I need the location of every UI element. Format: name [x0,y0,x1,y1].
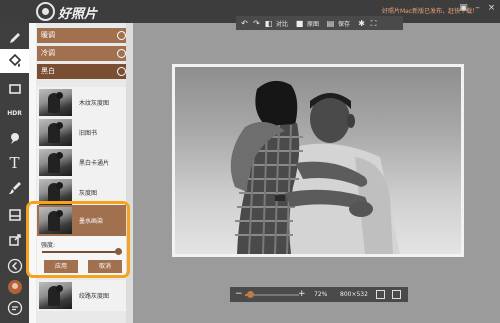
filter-label: 灰度图 [79,190,98,197]
redo-icon[interactable]: ↷ [252,19,261,28]
brush-tool-icon[interactable] [4,177,25,198]
category-label: 暖调 [41,31,55,39]
expand-icon [117,49,126,58]
filter-item[interactable]: 木纹灰度图 [37,87,131,118]
category-warm[interactable]: 暖调 [37,28,131,43]
undo-icon[interactable]: ↶ [240,19,249,28]
panel-scrollbar[interactable] [126,23,133,323]
collapse-icon [117,67,126,76]
back-icon[interactable] [4,255,25,276]
filter-item[interactable]: 旧图书 [37,117,131,148]
zoom-slider[interactable] [245,291,299,298]
filter-bucket-tool-icon[interactable] [0,49,29,73]
save-icon[interactable]: ▤ [326,19,335,28]
text-tool-icon[interactable]: T [4,152,25,173]
filter-thumbnail [39,89,72,116]
filter-label: 旧图书 [79,130,98,137]
frame-tool-icon[interactable] [4,204,25,225]
app-logo-icon [36,2,55,21]
zoom-level: 72% [314,291,328,298]
filter-thumbnail [39,282,72,309]
hdr-tool-icon[interactable]: HDR [4,103,25,124]
photo-canvas[interactable] [172,64,464,257]
zoom-in-icon[interactable]: + [298,289,306,299]
fit-window-icon[interactable] [376,290,385,299]
window-controls: ▣ – × [459,4,496,13]
edited-photo [175,67,461,254]
skin-icon[interactable]: ▣ [459,4,468,13]
export-tool-icon[interactable] [4,229,25,250]
left-toolbar: HDR T [0,23,29,323]
category-label: 黑白 [41,67,55,75]
settings-gear-icon[interactable]: ✱ [357,19,366,28]
app-logo-text: 好照片 [58,7,98,22]
panel-left-strip [29,23,36,323]
pen-tool-icon[interactable] [4,27,25,48]
category-label: 冷调 [41,49,55,57]
selection-highlight [26,201,130,278]
zoom-out-icon[interactable]: − [235,289,243,299]
filter-item[interactable]: 绞路灰度图 [37,280,131,311]
original-button[interactable]: 原图 [307,19,319,28]
filter-label: 木纹灰度图 [79,100,110,107]
image-size: 800×532 [340,291,368,298]
filter-panel: 暖调 冷调 黑白 木纹灰度图 旧图书 黑白卡通片 灰度图 墨水画染 强度: 应用… [29,23,133,323]
close-icon[interactable]: × [487,4,496,13]
fullscreen-icon[interactable]: ⛶ [369,19,378,28]
expand-icon [117,31,126,40]
feedback-icon[interactable] [4,297,25,318]
user-avatar-icon[interactable] [4,276,25,297]
zoom-slider-handle[interactable] [247,291,255,298]
filter-thumbnail [39,119,72,146]
crop-tool-icon[interactable] [4,78,25,99]
photo-editor-window: 好照片 好照片Mac新版已发布，赶快下载！ ▣ – × HDR T 暖调 冷调 … [0,0,500,323]
sticker-tool-icon[interactable] [4,127,25,148]
minimize-icon[interactable]: – [473,4,482,13]
original-icon[interactable]: ■ [295,19,304,28]
actual-size-icon[interactable] [392,290,401,299]
category-cool[interactable]: 冷调 [37,46,131,61]
filter-item[interactable]: 黑白卡通片 [37,147,131,178]
save-button[interactable]: 保存 [338,19,350,28]
edit-toolbar: ↶ ↷ ◧ 对比 ■ 原图 ▤ 保存 ✱ ⛶ [236,16,403,30]
filter-label: 黑白卡通片 [79,160,110,167]
category-black-white[interactable]: 黑白 [37,64,131,79]
zoom-bar: − + 72% 800×532 [230,287,408,302]
compare-button[interactable]: 对比 [276,19,288,28]
compare-icon[interactable]: ◧ [264,19,273,28]
filter-label: 绞路灰度图 [79,293,110,300]
filter-thumbnail [39,149,72,176]
